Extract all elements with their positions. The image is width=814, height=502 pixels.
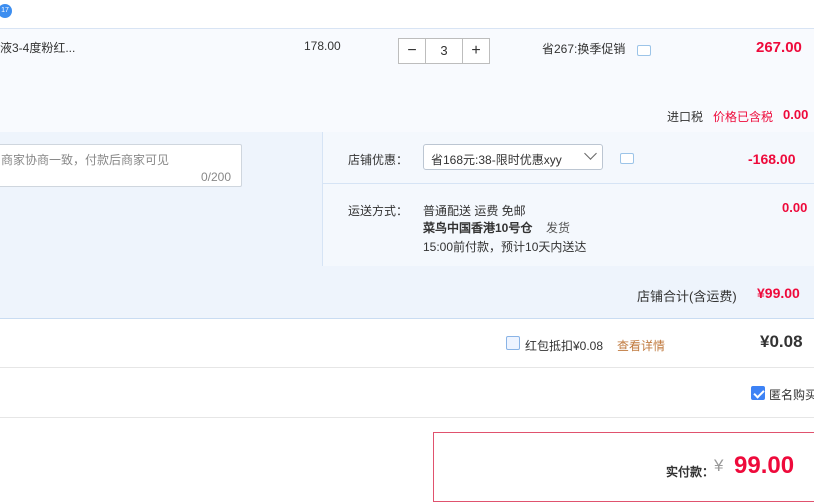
tax-included-note: 价格已含税	[713, 110, 774, 124]
item-title[interactable]: 液3-4度粉红...	[0, 39, 75, 56]
redpacket-label: 红包抵扣¥0.08	[525, 339, 604, 353]
item-subtotal: 267.00	[756, 39, 802, 56]
item-promo-text: 省267:换季促销	[542, 42, 626, 56]
import-tax-label: 进口税	[667, 110, 704, 124]
shipping-eta: 15:00前付款，预计10天内送达	[423, 240, 587, 254]
anonymous-label: 匿名购买	[769, 388, 814, 402]
payment-currency: ¥	[714, 456, 724, 475]
anonymous-checkbox[interactable]	[751, 386, 765, 400]
shop-discount-select[interactable]: 省168元:38-限时优惠xyy	[423, 144, 603, 170]
redpacket-value: ¥0.08	[760, 332, 803, 351]
item-unit-price: 178.00	[304, 39, 341, 53]
import-tax-value: 0.00	[783, 107, 809, 122]
chevron-down-icon	[584, 147, 597, 160]
checkmark-icon	[753, 387, 765, 399]
quantity-stepper: − 3 +	[398, 38, 490, 64]
shipping-label: 运送方式：	[348, 204, 409, 218]
item-top-divider	[0, 28, 814, 29]
redpacket-checkbox[interactable]	[506, 336, 520, 350]
shop-total-value: ¥99.00	[757, 285, 800, 301]
discount-comment-icon[interactable]	[620, 153, 634, 164]
quantity-minus-button[interactable]: −	[398, 38, 426, 64]
redpacket-divider	[0, 367, 814, 368]
anonymous-divider	[0, 417, 814, 418]
quantity-plus-button[interactable]: +	[462, 38, 490, 64]
quantity-input[interactable]: 3	[426, 38, 462, 64]
shop-discount-label: 店铺优惠：	[348, 153, 409, 167]
message-char-counter: 0/200	[200, 170, 231, 184]
shop-vertical-divider	[322, 132, 323, 266]
shipping-method-line: 普通配送 运费 免邮	[423, 204, 526, 218]
payment-amount: 99.00	[734, 452, 795, 479]
shipping-warehouse: 菜鸟中国香港10号仓	[423, 221, 533, 235]
shop-discount-value: -168.00	[748, 151, 796, 167]
seller-message-input[interactable]: 商家协商一致，付款后商家可见 0/200	[0, 144, 242, 187]
payment-label: 实付款：	[666, 465, 715, 479]
notification-badge-icon: 17	[0, 4, 12, 18]
shipping-ship-word: 发货	[546, 221, 571, 235]
promo-comment-icon[interactable]	[637, 45, 651, 56]
message-placeholder: 商家协商一致，付款后商家可见	[1, 153, 170, 167]
redpacket-details-link[interactable]: 查看详情	[617, 337, 665, 354]
shop-horizontal-divider	[322, 183, 814, 184]
shop-total-label: 店铺合计(含运费)	[637, 289, 737, 304]
shop-discount-selected: 省168元:38-限时优惠xyy	[431, 153, 562, 167]
shipping-value: 0.00	[782, 200, 808, 215]
